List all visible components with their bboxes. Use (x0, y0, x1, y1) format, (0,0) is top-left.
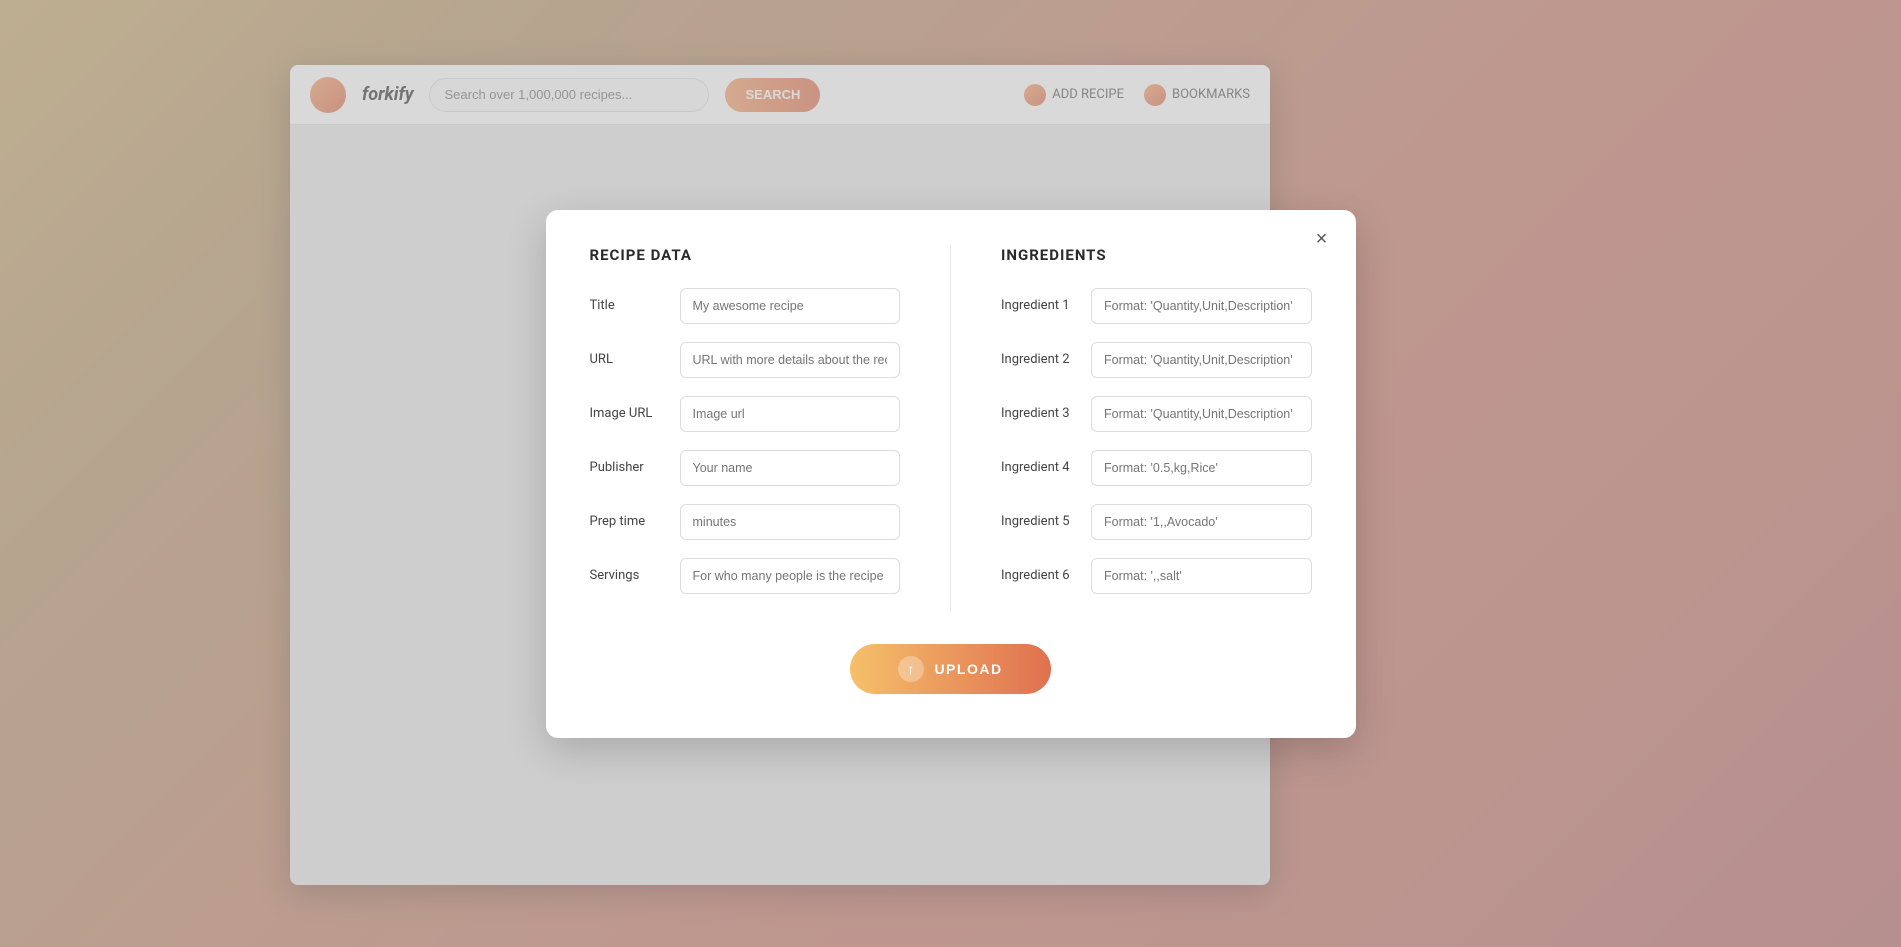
prep-time-input[interactable] (680, 504, 901, 540)
servings-input[interactable] (680, 558, 901, 594)
recipe-section-title: RECIPE DATA (590, 246, 901, 264)
section-divider (950, 246, 951, 612)
ingredient-4-label: Ingredient 4 (1001, 460, 1079, 475)
publisher-row: Publisher (590, 450, 901, 486)
ingredients-list: Ingredient 1 Ingredient 2 Ingredient 3 Ingr… (1001, 288, 1312, 594)
ingredient-6-input[interactable] (1091, 558, 1312, 594)
modal-body: RECIPE DATA Title URL Image URL Publishe… (590, 246, 1312, 612)
ingredient-2-input[interactable] (1091, 342, 1312, 378)
upload-icon: ↑ (898, 656, 924, 682)
ingredient-row-3: Ingredient 3 (1001, 396, 1312, 432)
ingredient-5-input[interactable] (1091, 504, 1312, 540)
ingredient-2-label: Ingredient 2 (1001, 352, 1079, 367)
ingredient-3-input[interactable] (1091, 396, 1312, 432)
ingredient-6-label: Ingredient 6 (1001, 568, 1079, 583)
ingredient-row-4: Ingredient 4 (1001, 450, 1312, 486)
ingredient-row-5: Ingredient 5 (1001, 504, 1312, 540)
recipe-data-section: RECIPE DATA Title URL Image URL Publishe… (590, 246, 901, 612)
ingredients-section-title: INGREDIENTS (1001, 246, 1312, 264)
image-url-row: Image URL (590, 396, 901, 432)
prep-time-label: Prep time (590, 514, 668, 529)
publisher-label: Publisher (590, 460, 668, 475)
ingredient-row-2: Ingredient 2 (1001, 342, 1312, 378)
modal-overlay: × RECIPE DATA Title URL Image URL (0, 0, 1901, 947)
ingredient-row-1: Ingredient 1 (1001, 288, 1312, 324)
servings-row: Servings (590, 558, 901, 594)
ingredient-5-label: Ingredient 5 (1001, 514, 1079, 529)
ingredient-1-input[interactable] (1091, 288, 1312, 324)
ingredient-3-label: Ingredient 3 (1001, 406, 1079, 421)
url-input[interactable] (680, 342, 901, 378)
modal-close-button[interactable]: × (1308, 226, 1336, 254)
prep-time-row: Prep time (590, 504, 901, 540)
title-label: Title (590, 298, 668, 313)
title-input[interactable] (680, 288, 901, 324)
upload-label: UPLOAD (934, 661, 1002, 677)
servings-label: Servings (590, 568, 668, 583)
ingredient-4-input[interactable] (1091, 450, 1312, 486)
image-url-label: Image URL (590, 406, 668, 421)
url-label: URL (590, 352, 668, 367)
publisher-input[interactable] (680, 450, 901, 486)
ingredient-row-6: Ingredient 6 (1001, 558, 1312, 594)
upload-button-wrap: ↑ UPLOAD (590, 644, 1312, 694)
image-url-input[interactable] (680, 396, 901, 432)
ingredients-section: INGREDIENTS Ingredient 1Ingredient 2Ingr… (1001, 246, 1312, 612)
title-row: Title (590, 288, 901, 324)
url-row: URL (590, 342, 901, 378)
upload-button[interactable]: ↑ UPLOAD (850, 644, 1050, 694)
recipe-upload-modal: × RECIPE DATA Title URL Image URL (546, 210, 1356, 738)
ingredient-1-label: Ingredient 1 (1001, 298, 1079, 313)
